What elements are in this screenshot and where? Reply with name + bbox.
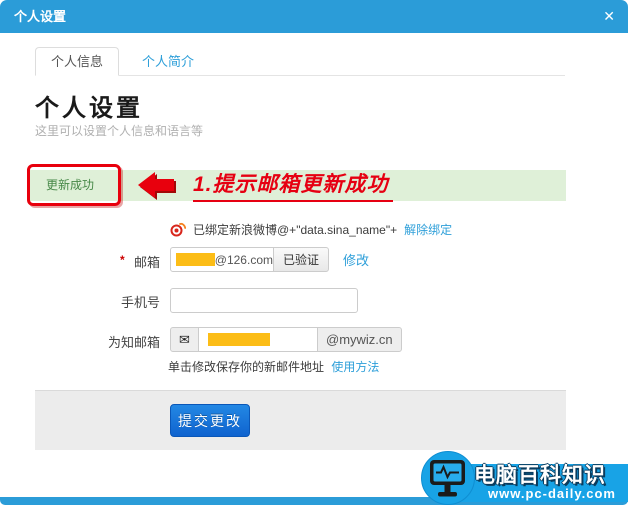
annotation-highlight-box [27, 164, 121, 206]
wiz-email-input[interactable] [198, 327, 318, 352]
hint-text: 单击修改保存你的新邮件地址 [168, 360, 325, 374]
wiz-email-input-group: ✉ @mywiz.cn [170, 327, 402, 352]
dialog-header: 个人设置 ✕ [0, 0, 628, 33]
email-input[interactable]: @126.com [170, 247, 274, 272]
phone-label: 手机号 [120, 295, 160, 310]
page-title: 个人设置 [35, 95, 143, 122]
wiz-email-masked-value [208, 333, 270, 346]
weibo-binding-row: 已绑定新浪微博@+"data.sina_name"+ 解除绑定 [169, 220, 452, 238]
submit-button[interactable]: 提交更改 [170, 404, 250, 437]
unbind-link[interactable]: 解除绑定 [404, 221, 452, 238]
email-masked-value [176, 253, 215, 266]
page-subtitle: 这里可以设置个人信息和语言等 [35, 124, 204, 138]
annotation-text: 1.提示邮箱更新成功 [193, 168, 393, 202]
tab-personal-profile[interactable]: 个人简介 [130, 47, 206, 76]
phone-input[interactable] [170, 288, 358, 313]
dialog-footer [35, 390, 566, 450]
close-icon[interactable]: ✕ [603, 0, 615, 33]
watermark-logo-circle [421, 451, 475, 505]
phone-input-group [170, 288, 358, 313]
annotation-arrow-icon [138, 172, 176, 200]
wiz-email-suffix: @mywiz.cn [317, 327, 402, 352]
email-input-group: @126.com 已验证 修改 [170, 247, 369, 272]
dialog-title: 个人设置 [14, 9, 67, 24]
computer-monitor-icon [430, 460, 465, 497]
envelope-icon: ✉ [170, 327, 199, 352]
weibo-bound-text: 已绑定新浪微博@+"data.sina_name"+ [193, 222, 398, 237]
watermark-site-url: www.pc-daily.com [488, 486, 616, 501]
settings-dialog: 个人设置 ✕ 个人信息 个人简介 个人设置 这里可以设置个人信息和语言等 更新成… [0, 0, 628, 505]
usage-link[interactable]: 使用方法 [331, 360, 379, 374]
hint-row: 单击修改保存你的新邮件地址 使用方法 [168, 358, 379, 375]
email-label: 邮箱 [133, 255, 160, 270]
tab-personal-info[interactable]: 个人信息 [35, 47, 120, 76]
email-domain: @126.com [214, 252, 273, 267]
wiz-email-label: 为知邮箱 [107, 335, 160, 350]
verified-button[interactable]: 已验证 [273, 247, 330, 272]
watermark-banner: 电脑百科知识 www.pc-daily.com [458, 464, 628, 502]
modify-link[interactable]: 修改 [343, 250, 369, 269]
weibo-icon [170, 222, 186, 237]
watermark-site-name: 电脑百科知识 [474, 464, 606, 487]
